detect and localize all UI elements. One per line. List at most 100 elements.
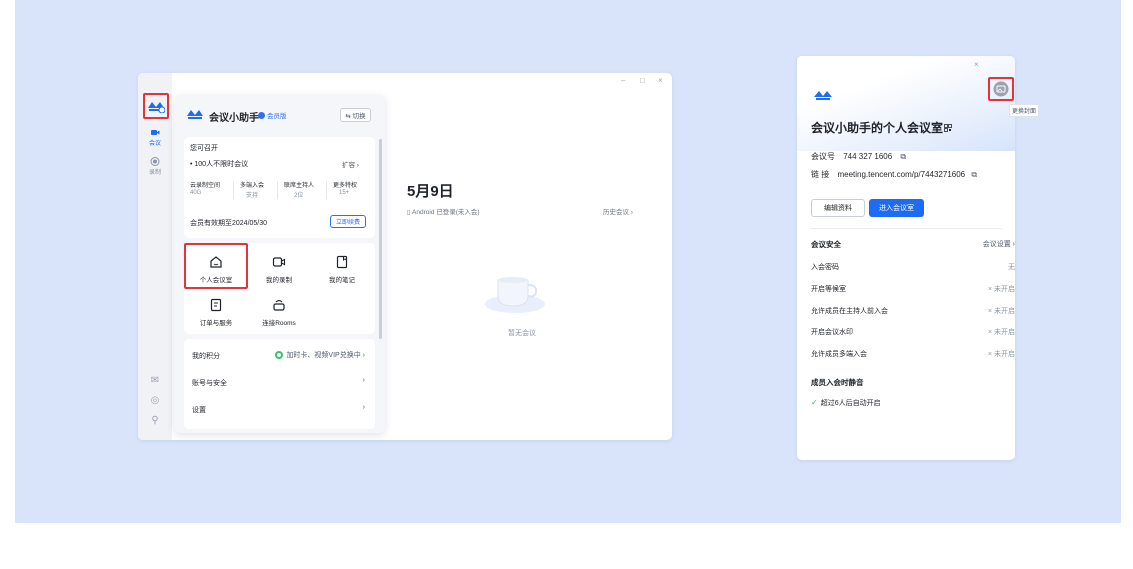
minimize-button[interactable]: –: [621, 76, 625, 85]
expand-link[interactable]: 扩容 ›: [342, 159, 359, 169]
account-label: 账号与安全: [192, 380, 227, 387]
order-icon: [210, 298, 222, 312]
qr-code-icon[interactable]: [944, 124, 952, 132]
link-value: meeting.tencent.com/p/7443271606: [837, 170, 966, 179]
divider: [811, 228, 1002, 229]
stat-value: 支持: [246, 193, 259, 199]
meeting-id-row: 会议号 744 327 1606 ⧉: [811, 151, 906, 162]
grid-item-label: 我的笔记: [329, 277, 355, 284]
recording-icon: [272, 257, 286, 267]
edit-profile-button[interactable]: 编辑资料: [811, 199, 865, 217]
security-row-label: 开启等候室: [811, 286, 846, 293]
copy-icon[interactable]: ⧉: [971, 170, 977, 179]
points-label: 我的积分: [192, 353, 220, 360]
stat-value: 15+: [339, 190, 350, 196]
rail-item-label: 会议: [148, 141, 161, 147]
security-row-label: 允许成员在主持人前入会: [811, 308, 888, 315]
enter-room-button[interactable]: 进入会议室: [869, 199, 924, 217]
security-row-value: × 未开启: [987, 308, 1015, 315]
rail-item-recordings[interactable]: 录制: [138, 157, 172, 176]
image-icon: [993, 81, 1009, 97]
link-label: 链 接: [811, 170, 830, 179]
security-row-value: × 未开启: [987, 351, 1015, 358]
today-date: 5月9日: [407, 183, 454, 200]
settings-label: 设置: [192, 407, 206, 414]
mute-row-value: 超过6人后自动开启: [820, 400, 881, 407]
security-row-value: 无: [1008, 264, 1015, 271]
points-promo: 加时卡、视频VIP兑换中 ›: [275, 350, 365, 360]
grid-item-rooms[interactable]: 连接Rooms: [249, 298, 309, 327]
meeting-id-label: 会议号: [811, 152, 835, 161]
security-section-title: 会议安全: [811, 240, 841, 249]
mail-icon[interactable]: ✉: [138, 375, 172, 386]
security-row-label: 允许成员多端入会: [811, 351, 867, 358]
room-title: 会议小助手的个人会议室: [811, 121, 944, 135]
panel-header: 会议小助手 会员版 ⇆ 切换: [174, 95, 385, 135]
rail-item-meetings[interactable]: 会议: [138, 128, 172, 147]
rail-item-label: 录制: [148, 170, 161, 176]
points-icon: [275, 351, 284, 359]
meeting-settings-link[interactable]: 会议设置 ›: [983, 239, 1015, 249]
divider: [233, 181, 234, 199]
can-host-label: 您可召开: [190, 145, 218, 152]
stat-label: 更多特权: [333, 183, 358, 189]
divider: [277, 181, 278, 199]
vip-badge: 会员版: [258, 110, 287, 120]
close-button[interactable]: ×: [658, 76, 663, 85]
menu-card: 我的积分 加时卡、视频VIP兑换中 › 账号与安全 › 设置 ›: [184, 339, 375, 429]
change-cover-tooltip: 更换封面: [1009, 104, 1040, 117]
grid-item-label: 我的录制: [266, 277, 292, 284]
points-promo-text: 加时卡、视频VIP兑换中 ›: [286, 352, 365, 359]
settings-icon[interactable]: ◎: [138, 395, 172, 406]
grid-item-notes[interactable]: 我的笔记: [312, 255, 372, 284]
panel-title: 会议小助手: [209, 113, 259, 124]
stat-label: 联席主持人: [284, 183, 315, 189]
plan-card: 您可召开 • 100人不限时会议 扩容 › 云录制空间 40G 多端入会 支持 …: [184, 137, 375, 238]
grid-item-recordings[interactable]: 我的录制: [249, 255, 309, 284]
maximize-button[interactable]: □: [640, 76, 645, 85]
record-icon: [150, 157, 160, 166]
tencent-meeting-logo-icon: [148, 102, 165, 113]
stat-value: 2位: [294, 193, 304, 199]
video-camera-icon: [151, 130, 160, 135]
empty-cup-illustration: [485, 277, 545, 313]
history-meetings-link[interactable]: 历史会议 ›: [603, 206, 633, 216]
meeting-id-value: 744 327 1606: [843, 152, 893, 161]
change-cover-button[interactable]: [988, 77, 1014, 101]
grid-item-label: 订单与服务: [199, 320, 233, 327]
rooms-icon: [273, 299, 285, 311]
app-logo-button[interactable]: [143, 93, 169, 119]
tencent-meeting-logo-icon: [814, 91, 832, 100]
stat-label: 多端入会: [240, 183, 265, 189]
vip-icon: [258, 111, 265, 119]
vip-badge-label: 会员版: [267, 113, 287, 120]
empty-meetings-text: 暂无会议: [508, 330, 536, 337]
security-row-label: 开启会议水印: [811, 329, 853, 336]
note-icon: [336, 255, 348, 269]
chevron-right-icon: ›: [362, 377, 365, 384]
mute-row: ✓ 超过6人后自动开启: [811, 398, 881, 408]
stat-value: 40G: [190, 190, 202, 196]
close-icon[interactable]: ×: [974, 60, 979, 69]
renew-button[interactable]: 立即续费: [330, 215, 366, 228]
contacts-icon[interactable]: ⚲: [138, 415, 172, 426]
check-icon: ✓: [811, 398, 818, 407]
cover-background: [797, 56, 1015, 151]
left-rail: 会议 录制 ✉ ◎ ⚲: [138, 73, 172, 440]
panel-scrollbar[interactable]: [379, 139, 382, 339]
stat-label: 云录制空间: [190, 183, 221, 189]
meeting-plan: • 100人不限时会议: [190, 161, 249, 168]
switch-account-button[interactable]: ⇆ 切换: [340, 108, 371, 122]
personal-room-highlight: [184, 243, 248, 289]
copy-icon[interactable]: ⧉: [900, 152, 906, 161]
mute-section-title: 成员入会时静音: [811, 378, 864, 387]
grid-item-orders[interactable]: 订单与服务: [186, 298, 246, 327]
device-status: ▯ Android 已登录(未入会): [407, 209, 480, 216]
link-row: 链 接 meeting.tencent.com/p/7443271606 ⧉: [811, 169, 977, 180]
chevron-right-icon: ›: [362, 404, 365, 411]
security-row-value: × 未开启: [987, 286, 1015, 293]
security-row-label: 入会密码: [811, 264, 839, 271]
grid-item-label: 连接Rooms: [262, 320, 296, 327]
security-row-value: × 未开启: [987, 329, 1015, 336]
membership-expiry: 会员有效期至2024/05/30: [190, 220, 268, 227]
